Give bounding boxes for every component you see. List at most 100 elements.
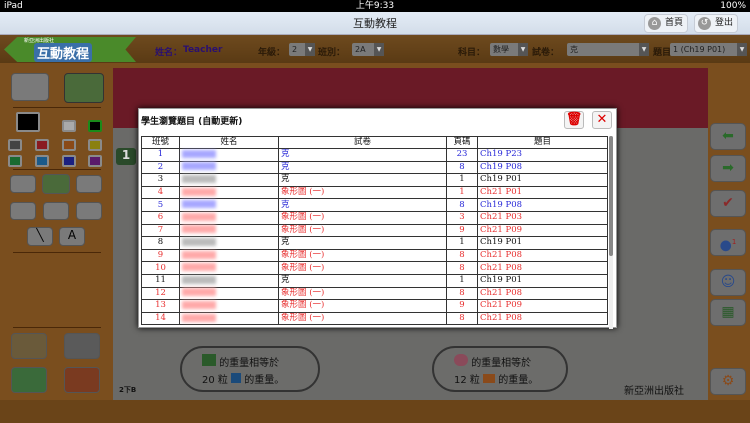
table-row[interactable]: 10 象形圖 (一) 8 Ch21 P08 <box>141 261 608 275</box>
color-yellow[interactable] <box>88 139 102 151</box>
logout-label: 登出 <box>715 18 734 28</box>
table-row[interactable]: 9 象形圖 (一) 8 Ch21 P08 <box>141 248 608 263</box>
page-no: 9 <box>446 299 478 313</box>
table-row[interactable]: 5 克 8 Ch19 P08 <box>141 198 608 212</box>
brush-button[interactable] <box>64 73 104 103</box>
color-orange[interactable] <box>62 139 76 151</box>
class-no: 1 <box>141 148 180 162</box>
dialog-title: 學生瀏覽題目 (自動更新) <box>141 117 243 127</box>
paper-select[interactable]: 克 ▼ <box>567 43 649 56</box>
trash-button[interactable]: 🗑 <box>564 111 584 129</box>
question-value: 1 (Ch19 P01) <box>673 45 726 54</box>
eraser-button[interactable] <box>11 73 49 101</box>
color-black[interactable] <box>88 120 102 132</box>
subject-label: 科目： <box>458 48 486 58</box>
question-select[interactable]: 1 (Ch19 P01) ▼ <box>670 43 747 56</box>
color-red[interactable] <box>35 139 49 151</box>
frog-icon <box>202 354 216 366</box>
grid-search-button[interactable]: ▦ <box>710 299 746 326</box>
logout-icon: ↺ <box>698 17 711 30</box>
student-name-redacted <box>179 198 279 212</box>
table-row[interactable]: 3 克 1 Ch19 P01 <box>141 173 608 187</box>
block-icon <box>483 374 496 383</box>
color-gray[interactable] <box>8 139 22 151</box>
students-button[interactable]: ☺ <box>710 269 746 296</box>
close-button[interactable]: ✕ <box>592 111 612 129</box>
class-no: 2 <box>141 160 180 175</box>
question: Ch21 P08 <box>477 311 608 326</box>
class-no: 14 <box>141 311 180 326</box>
class-no: 13 <box>141 299 180 313</box>
check-button[interactable]: ✔ <box>710 190 746 217</box>
page-no: 1 <box>446 273 478 288</box>
clock: 上午9:33 <box>355 1 395 11</box>
page-no: 23 <box>446 148 478 162</box>
rectangle-tool[interactable] <box>10 202 36 220</box>
pig-icon <box>454 354 468 366</box>
settings-button[interactable]: ⚙ <box>710 368 746 395</box>
ellipse-tool[interactable] <box>76 202 102 220</box>
class-no: 4 <box>141 185 180 200</box>
table-row[interactable]: 2 克 8 Ch19 P08 <box>141 160 608 175</box>
logo-text: 互動教程 <box>34 43 93 62</box>
question: Ch21 P09 <box>477 299 608 313</box>
grade-value: 2 <box>292 45 298 54</box>
back-button[interactable]: ⬅ <box>710 123 746 150</box>
student-name-redacted <box>179 236 279 250</box>
student-name-redacted <box>179 286 279 301</box>
student-table: 班號 姓名 試卷 頁碼 題目 1 克 23 Ch19 P23 2 克 8 Ch19… <box>141 136 608 326</box>
scrollbar[interactable] <box>609 136 613 329</box>
subject-select[interactable]: 數學 ▼ <box>490 43 528 56</box>
home-button[interactable]: ⌂ 首頁 <box>644 14 688 33</box>
student-name-redacted <box>179 299 279 313</box>
circle-tool[interactable] <box>43 202 69 220</box>
logo: 新亞洲出版社 互動教程 <box>4 37 136 62</box>
chevron-down-icon: ▼ <box>305 43 315 56</box>
class-select[interactable]: 2A ▼ <box>352 43 384 56</box>
question: Ch19 P01 <box>477 273 608 288</box>
page-no: 8 <box>446 261 478 275</box>
save-button[interactable] <box>64 367 100 393</box>
folder-button[interactable] <box>11 333 47 359</box>
page-label: 2下B <box>119 386 137 394</box>
table-row[interactable]: 14 象形圖 (一) 8 Ch21 P08 <box>141 311 608 326</box>
line-tool[interactable]: ╲ <box>27 227 53 246</box>
color-blue[interactable] <box>62 155 76 167</box>
text-tool[interactable]: A <box>59 227 85 246</box>
question: Ch21 P08 <box>477 286 608 301</box>
refresh-button[interactable] <box>11 367 47 393</box>
color-purple[interactable] <box>88 155 102 167</box>
line-thick-button[interactable] <box>10 175 36 193</box>
paper: 象形圖 (一) <box>278 286 447 301</box>
class-no: 10 <box>141 261 180 275</box>
table-row[interactable]: 12 象形圖 (一) 8 Ch21 P08 <box>141 286 608 301</box>
camera-button[interactable] <box>64 333 100 359</box>
student-name-redacted <box>179 148 279 162</box>
subject-value: 數學 <box>493 45 509 54</box>
table-row[interactable]: 7 象形圖 (一) 9 Ch21 P09 <box>141 223 608 238</box>
table-row[interactable]: 13 象形圖 (一) 9 Ch21 P09 <box>141 299 608 313</box>
class-no: 12 <box>141 286 180 301</box>
color-cyan[interactable] <box>35 155 49 167</box>
table-row[interactable]: 4 象形圖 (一) 1 Ch21 P01 <box>141 185 608 200</box>
class-no: 7 <box>141 223 180 238</box>
forward-button[interactable]: ➡ <box>710 155 746 182</box>
line-medium-button[interactable] <box>42 174 70 194</box>
cube-icon <box>231 373 242 383</box>
table-row[interactable]: 8 克 1 Ch19 P01 <box>141 236 608 250</box>
color-green[interactable] <box>8 155 22 167</box>
grade-select[interactable]: 2 ▼ <box>289 43 315 56</box>
chevron-down-icon: ▼ <box>639 43 649 56</box>
logout-button[interactable]: ↺ 登出 <box>694 14 738 33</box>
globe-button[interactable]: ●1 <box>710 229 746 256</box>
question: Ch19 P01 <box>477 173 608 187</box>
table-row[interactable]: 11 克 1 Ch19 P01 <box>141 273 608 288</box>
current-color <box>16 112 40 132</box>
table-row[interactable]: 1 克 23 Ch19 P23 <box>141 148 608 162</box>
table-row[interactable]: 6 象形圖 (一) 3 Ch21 P03 <box>141 210 608 225</box>
student-name-redacted <box>179 261 279 275</box>
color-white[interactable] <box>62 120 76 132</box>
line-thin-button[interactable] <box>76 175 102 193</box>
class-value: 2A <box>355 45 366 54</box>
col-question: 題目 <box>477 136 608 149</box>
